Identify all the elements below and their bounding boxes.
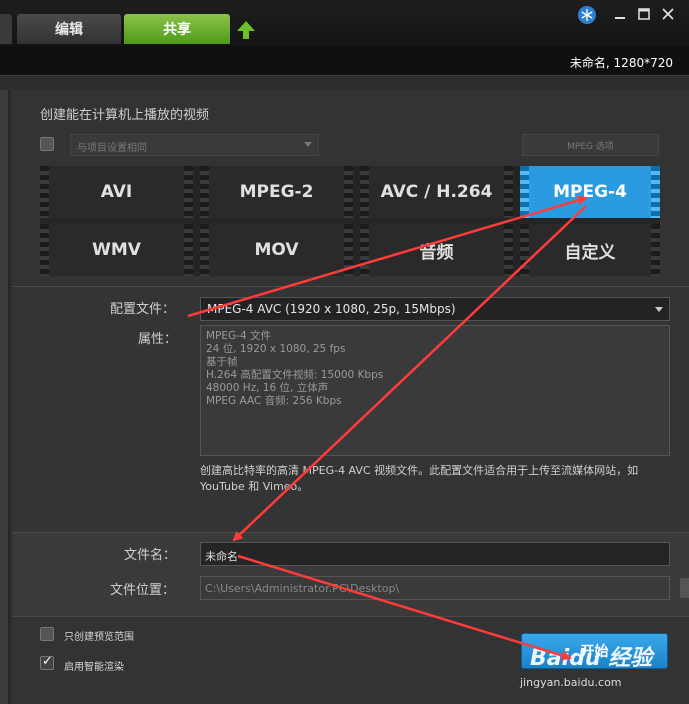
smart-render-label: 启用智能渲染 bbox=[64, 662, 124, 673]
profile-select[interactable]: MPEG-4 AVC (1920 x 1080, 25p, 15Mbps) bbox=[200, 297, 670, 321]
chevron-down-icon bbox=[304, 142, 312, 147]
upload-arrow-icon[interactable] bbox=[236, 20, 256, 40]
profile-value: MPEG-4 AVC (1920 x 1080, 25p, 15Mbps) bbox=[207, 302, 456, 316]
page-heading: 创建能在计算机上播放的视频 bbox=[40, 108, 210, 123]
app-window: 编辑 共享 未命名, 1280*720 创建能在计算机上播放的视频 与项目设置相… bbox=[0, 0, 689, 704]
properties-label: 属性： bbox=[138, 332, 178, 347]
tab-previous-stub[interactable] bbox=[0, 14, 12, 44]
filename-input[interactable]: 未命名 bbox=[200, 542, 670, 566]
filename-label: 文件名： bbox=[124, 548, 177, 563]
property-line: 基于帧 bbox=[206, 356, 238, 368]
smart-render-checkbox[interactable]: ✓ bbox=[40, 654, 54, 670]
property-line: MPEG-4 文件 bbox=[206, 330, 271, 342]
same-as-project-label: 与项目设置相同 bbox=[77, 143, 147, 154]
maximize-icon[interactable] bbox=[636, 6, 652, 22]
snowflake-icon[interactable] bbox=[578, 6, 596, 24]
format-avc-h264[interactable]: AVC / H.264 bbox=[360, 166, 513, 218]
property-line: H.264 高配置文件视频: 15000 Kbps bbox=[206, 369, 384, 381]
property-line: 48000 Hz, 16 位, 立体声 bbox=[206, 382, 329, 394]
format-audio[interactable]: 音频 bbox=[360, 224, 513, 276]
project-bar: 未命名, 1280*720 bbox=[0, 46, 689, 76]
format-wmv[interactable]: WMV bbox=[40, 224, 193, 276]
watermark-url: jingyan.baidu.com bbox=[520, 676, 622, 689]
location-label: 文件位置： bbox=[110, 583, 176, 598]
tab-edit[interactable]: 编辑 bbox=[17, 14, 121, 44]
baidu-watermark-logo: Baidu 经验 bbox=[530, 646, 653, 671]
format-grid: AVI MPEG-2 AVC / H.264 MPEG-4 WMV MOV 音频… bbox=[40, 166, 660, 276]
format-avi[interactable]: AVI bbox=[40, 166, 193, 218]
top-bar: 编辑 共享 bbox=[0, 0, 689, 46]
same-as-project-select[interactable]: 与项目设置相同 bbox=[70, 134, 319, 156]
checkmark-icon: ✓ bbox=[42, 654, 53, 669]
property-line: MPEG AAC 音频: 256 Kbps bbox=[206, 395, 342, 407]
project-info: 未命名, 1280*720 bbox=[569, 56, 673, 70]
preview-range-label: 只创建预览范围 bbox=[64, 632, 134, 643]
tab-share[interactable]: 共享 bbox=[124, 14, 230, 44]
property-line: 24 位, 1920 x 1080, 25 fps bbox=[206, 343, 346, 355]
chevron-down-icon bbox=[655, 307, 663, 312]
minimize-icon[interactable] bbox=[612, 6, 628, 22]
format-custom[interactable]: 自定义 bbox=[520, 224, 660, 276]
format-mpeg4[interactable]: MPEG-4 bbox=[520, 166, 660, 218]
profile-label: 配置文件： bbox=[110, 302, 176, 317]
preview-range-checkbox[interactable] bbox=[40, 627, 54, 641]
close-icon[interactable] bbox=[660, 6, 676, 22]
format-mov[interactable]: MOV bbox=[200, 224, 353, 276]
browse-button[interactable] bbox=[680, 578, 689, 598]
same-as-project-checkbox[interactable] bbox=[40, 137, 54, 151]
format-mpeg2[interactable]: MPEG-2 bbox=[200, 166, 353, 218]
profile-description: 创建高比特率的高清 MPEG-4 AVC 视频文件。此配置文件适合用于上传至流媒… bbox=[200, 464, 639, 493]
location-input[interactable]: C:\Users\Administrator.PC\Desktop\ bbox=[200, 576, 670, 600]
properties-box: MPEG-4 文件 24 位, 1920 x 1080, 25 fps 基于帧 … bbox=[200, 325, 670, 456]
left-panel-edge bbox=[0, 90, 9, 704]
mpeg-options-button[interactable]: MPEG 选项 bbox=[522, 134, 659, 156]
